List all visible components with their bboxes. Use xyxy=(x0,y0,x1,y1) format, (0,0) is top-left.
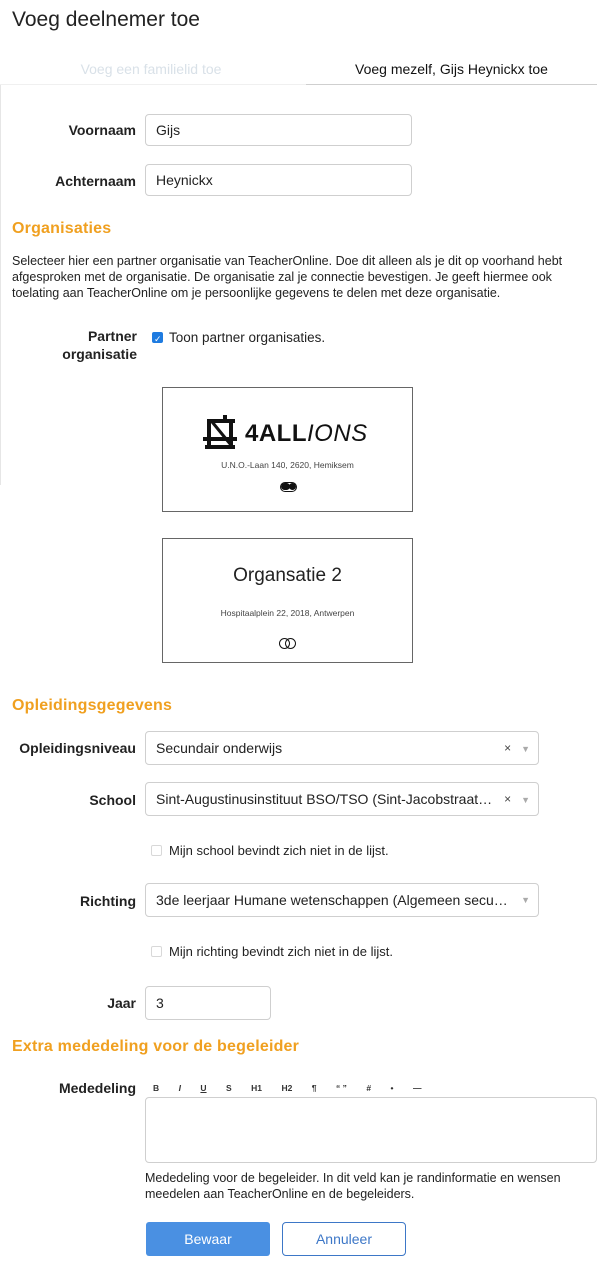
bold-icon[interactable]: B xyxy=(153,1083,159,1093)
hash-icon[interactable]: # xyxy=(366,1083,371,1093)
mededeling-textarea[interactable] xyxy=(145,1097,597,1163)
show-partners-row[interactable]: Toon partner organisaties. xyxy=(152,330,325,345)
richting-label: Richting xyxy=(80,893,136,909)
horizontal-rule-icon[interactable]: — xyxy=(413,1083,422,1093)
cancel-button[interactable]: Annuleer xyxy=(282,1222,406,1256)
organisaties-description: Selecteer hier een partner organisatie v… xyxy=(12,254,563,300)
opleidingsniveau-label: Opleidingsniveau xyxy=(19,740,136,756)
voornaam-input[interactable]: Gijs xyxy=(145,114,412,146)
school-select[interactable]: Sint-Augustinusinstituut BSO/TSO (Sint-J… xyxy=(145,782,539,816)
mededeling-label: Mededeling xyxy=(58,1080,136,1096)
partner-organisatie-label: Partner organisatie xyxy=(20,327,137,363)
organisation-address: U.N.O.-Laan 140, 2620, Hemiksem xyxy=(221,460,354,470)
clear-icon[interactable]: × xyxy=(504,792,511,806)
richting-value: 3de leerjaar Humane wetenschappen (Algem… xyxy=(156,892,516,908)
school-missing-row[interactable]: Mijn school bevindt zich niet in de lijs… xyxy=(151,843,389,858)
organisation-address: Hospitaalplein 22, 2018, Antwerpen xyxy=(220,608,355,618)
page-title: Voeg deelnemer toe xyxy=(12,8,200,31)
toggle-on-icon[interactable] xyxy=(280,482,297,492)
organisaties-heading: Organisaties xyxy=(12,220,112,237)
logo-text-bold: 4ALL xyxy=(245,420,307,447)
show-partners-label: Toon partner organisaties. xyxy=(169,330,326,345)
achternaam-input[interactable]: Heynickx xyxy=(145,164,412,196)
editor-toolbar: B I U S H1 H2 ¶ “ ” # • — xyxy=(153,1078,436,1096)
tab-add-family-member[interactable]: Voeg een familielid toe xyxy=(0,54,302,84)
voornaam-label: Voornaam xyxy=(68,122,136,138)
opleidingsniveau-select[interactable]: Secundair onderwijs × ▼ xyxy=(145,731,539,765)
bullet-icon[interactable]: • xyxy=(391,1083,394,1093)
clear-icon[interactable]: × xyxy=(504,741,511,755)
richting-missing-label: Mijn richting bevindt zich niet in de li… xyxy=(169,944,393,959)
mededeling-heading: Extra mededeling voor de begeleider xyxy=(12,1038,300,1055)
chevron-down-icon[interactable]: ▼ xyxy=(521,885,530,915)
jaar-input[interactable]: 3 xyxy=(145,986,271,1020)
quote-icon[interactable]: “ ” xyxy=(336,1083,347,1093)
logo-text-rest: IONS xyxy=(307,420,368,447)
richting-missing-row[interactable]: Mijn richting bevindt zich niet in de li… xyxy=(151,944,393,959)
4allions-logo-icon xyxy=(203,415,237,449)
mededeling-help: Mededeling voor de begeleider. In dit ve… xyxy=(145,1171,561,1201)
heading1-icon[interactable]: H1 xyxy=(251,1083,262,1093)
school-value: Sint-Augustinusinstituut BSO/TSO (Sint-J… xyxy=(156,791,496,807)
partner-label-line2: organisatie xyxy=(62,346,137,362)
toggle-off-icon[interactable] xyxy=(279,638,297,649)
panel-border xyxy=(0,85,1,485)
richting-missing-checkbox[interactable] xyxy=(151,946,162,957)
partner-label-line1: Partner xyxy=(87,328,137,344)
strikethrough-icon[interactable]: S xyxy=(226,1083,232,1093)
heading2-icon[interactable]: H2 xyxy=(281,1083,292,1093)
school-missing-label: Mijn school bevindt zich niet in de lijs… xyxy=(169,843,389,858)
italic-icon[interactable]: I xyxy=(179,1083,181,1093)
school-label: School xyxy=(89,792,136,808)
organisation-card-2[interactable]: Organsatie 2 Hospitaalplein 22, 2018, An… xyxy=(162,538,413,663)
tab-divider xyxy=(0,84,306,85)
save-button[interactable]: Bewaar xyxy=(146,1222,270,1256)
organisation-logo: 4ALLIONS xyxy=(201,414,381,454)
chevron-down-icon[interactable]: ▼ xyxy=(521,795,530,805)
opleidingsniveau-value: Secundair onderwijs xyxy=(156,740,283,756)
achternaam-label: Achternaam xyxy=(55,173,136,189)
tab-add-myself[interactable]: Voeg mezelf, Gijs Heynickx toe xyxy=(306,54,597,85)
organisation-card-4allions[interactable]: 4ALLIONS U.N.O.-Laan 140, 2620, Hemiksem xyxy=(162,387,413,512)
richting-select[interactable]: 3de leerjaar Humane wetenschappen (Algem… xyxy=(145,883,539,917)
chevron-down-icon[interactable]: ▼ xyxy=(521,744,530,754)
underline-icon[interactable]: U xyxy=(200,1083,206,1093)
school-missing-checkbox[interactable] xyxy=(151,845,162,856)
show-partners-checkbox[interactable] xyxy=(152,332,163,343)
opleiding-heading: Opleidingsgegevens xyxy=(12,697,173,714)
paragraph-icon[interactable]: ¶ xyxy=(312,1083,317,1093)
jaar-label: Jaar xyxy=(107,995,136,1011)
organisation-name: Organsatie 2 xyxy=(233,565,342,586)
